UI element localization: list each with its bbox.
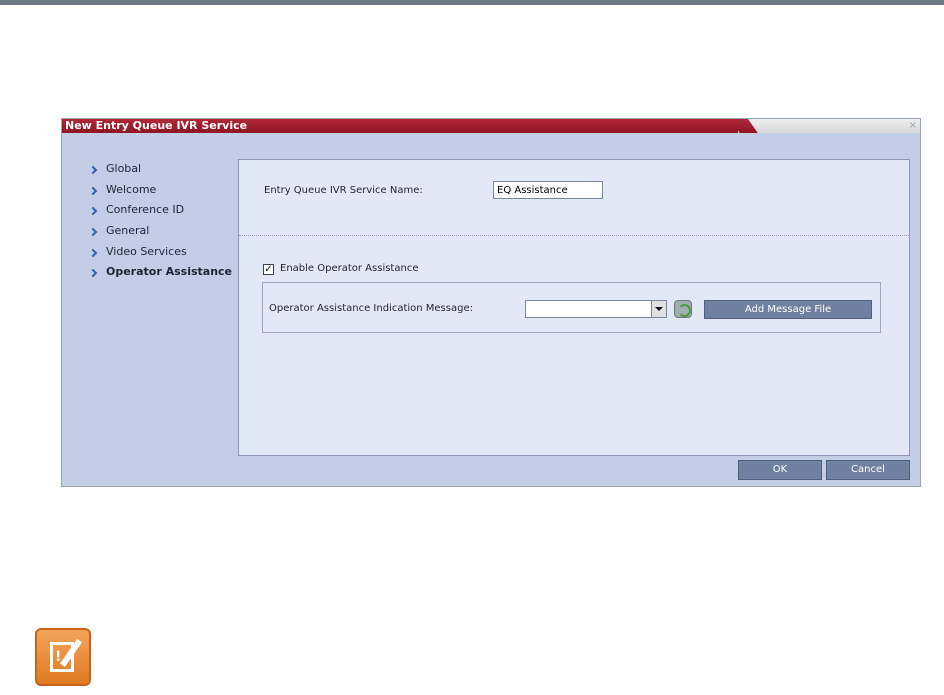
- enable-operator-checkbox[interactable]: ✓: [263, 264, 274, 275]
- note-pencil-icon: !: [35, 628, 91, 686]
- sidebar-item-label: Conference ID: [106, 203, 185, 217]
- chevron-right-icon: [88, 248, 98, 257]
- close-icon[interactable]: ×: [909, 119, 917, 132]
- sidebar-item-label: General: [106, 224, 150, 238]
- dialog-titlebar: New Entry Queue IVR Service ×: [62, 119, 920, 133]
- enable-operator-label[interactable]: Enable Operator Assistance: [280, 262, 418, 276]
- chevron-right-icon: [88, 227, 98, 237]
- sidebar-item-label: Global: [106, 162, 142, 175]
- add-message-file-button[interactable]: Add Message File: [704, 300, 872, 319]
- chevron-right-icon: [88, 165, 98, 175]
- sidebar-item-label: Video Services: [106, 244, 187, 258]
- settings-panel: Entry Queue IVR Service Name: ✓ Enable O…: [238, 159, 910, 456]
- ok-button[interactable]: OK: [738, 460, 822, 480]
- chevron-down-icon[interactable]: [651, 301, 666, 317]
- indication-message-select[interactable]: [525, 300, 667, 318]
- note-exclamation-glyph: !: [55, 649, 62, 665]
- dialog-title: New Entry Queue IVR Service: [65, 119, 248, 132]
- indication-message-label: Operator Assistance Indication Message:: [269, 303, 473, 314]
- entry-queue-dialog: New Entry Queue IVR Service × Global Wel…: [61, 118, 921, 487]
- indication-message-group: Operator Assistance Indication Message: …: [262, 282, 881, 333]
- service-name-label: Entry Queue IVR Service Name:: [264, 185, 423, 196]
- chevron-right-icon: [88, 186, 98, 195]
- page-top-bar: [0, 0, 944, 5]
- chevron-right-icon: [88, 269, 98, 278]
- sidebar-item-label: Operator Assistance: [106, 265, 233, 279]
- section-divider: [239, 235, 909, 236]
- play-message-icon[interactable]: [674, 300, 692, 318]
- cancel-button[interactable]: Cancel: [826, 460, 910, 480]
- chevron-right-icon: [88, 207, 98, 216]
- service-name-input[interactable]: [493, 181, 603, 199]
- sidebar-item-label: Welcome: [106, 182, 157, 196]
